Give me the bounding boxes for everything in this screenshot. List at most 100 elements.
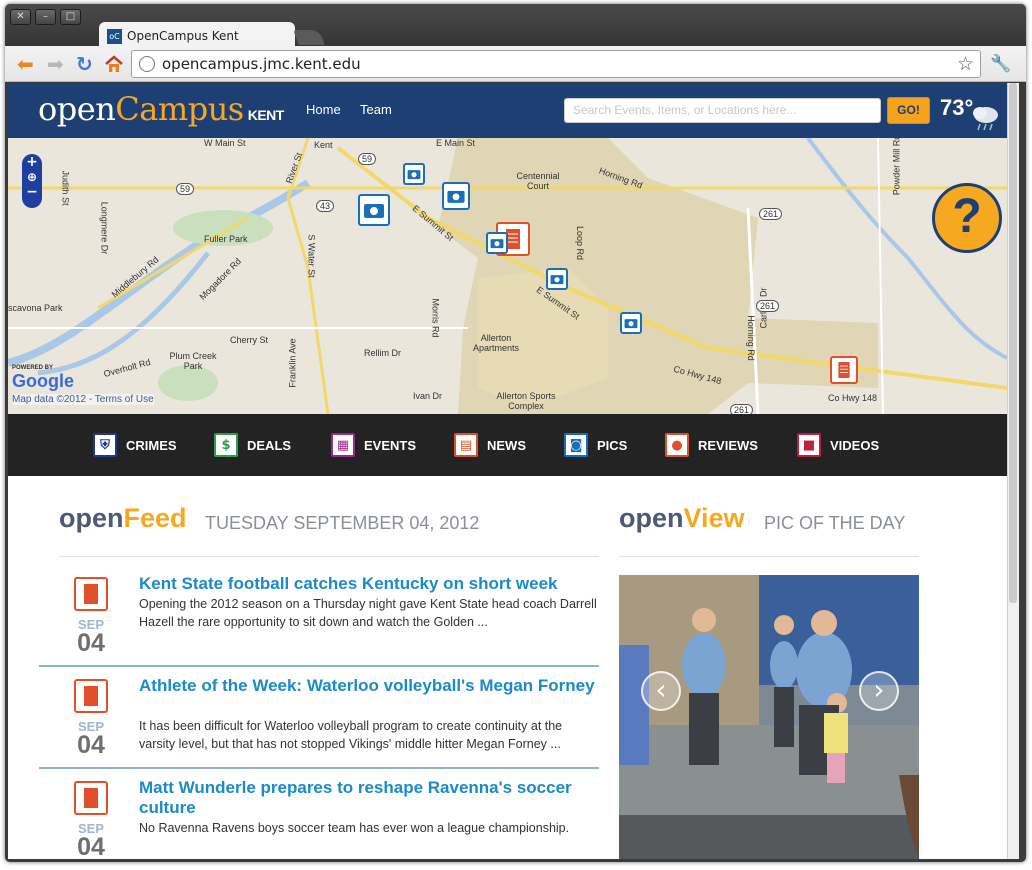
new-tab-button[interactable] [293,30,325,45]
wrench-icon[interactable]: 🔧 [990,54,1011,74]
photo-prev-button[interactable]: ‹ [641,671,681,711]
address-bar[interactable]: opencampus.jmc.kent.edu ☆ [131,50,981,78]
camera-icon: ◙ [564,433,588,457]
route-261-badge: 261 [759,208,783,220]
category-label: EVENTS [364,437,417,453]
globe-icon: ⊕ [26,170,38,184]
calendar-icon: ▦ [331,433,355,457]
pic-marker[interactable] [620,312,642,334]
map-data-credit[interactable]: Map data ©2012 - Terms of Use [12,394,154,405]
openview-title: openView [619,503,745,534]
feed-title-open: open [59,503,124,533]
photo-next-button[interactable]: › [859,671,899,711]
item-day: 04 [77,629,105,657]
pic-marker[interactable] [358,194,390,226]
tab-title: OpenCampus Kent [127,29,239,43]
campus-map[interactable]: W Main St Kent E Main St Centennial Cour… [8,138,1007,414]
map-label-fuller: Fuller Park [204,234,248,244]
google-logo: POWERED BY Google [12,365,74,392]
camera-icon [550,275,564,285]
search-input[interactable]: Search Events, Items, or Locations here.… [564,98,881,123]
back-icon[interactable]: ⬅ [17,54,34,74]
forward-icon[interactable]: ➡ [47,54,64,74]
view-divider [619,556,919,557]
site-logo[interactable]: openCampus KENT [38,90,284,128]
view-title-view: View [683,503,745,533]
item-snippet: No Ravenna Ravens boys soccer team has e… [139,821,570,835]
map-label-judith: Judith St [60,170,71,206]
item-headline-link[interactable]: Kent State football catches Kentucky on … [139,574,605,594]
view-title-open: open [619,503,684,533]
browser-tab[interactable]: oC OpenCampus Kent [99,22,295,47]
category-label: REVIEWS [698,437,758,453]
category-news[interactable]: ▤ NEWS [454,433,526,457]
route-43-badge: 43 [316,200,335,212]
item-headline-link[interactable]: Athlete of the Week: Waterloo volleyball… [139,676,605,696]
feed-divider [59,556,599,557]
camera-icon [490,239,504,249]
camera-icon [407,170,421,180]
pic-marker[interactable] [546,268,568,290]
map-label-co-hwy-2: Co Hwy 148 [828,393,878,403]
news-marker[interactable] [830,356,858,384]
scrollbar-thumb[interactable] [1009,83,1017,603]
category-deals[interactable]: $ DEALS [214,433,291,457]
temperature-readout: 73° [940,95,974,120]
nav-home-link[interactable]: Home [306,102,341,117]
map-zoom-control[interactable]: + ⊕ − [22,154,42,208]
globe-icon [139,56,155,72]
newspaper-icon [838,362,850,378]
logo-kent: KENT [247,107,285,123]
map-label-allerton: Allerton Apartments [472,333,520,353]
map-label-cherry: Cherry St [230,335,269,345]
category-pics[interactable]: ◙ PICS [564,433,627,457]
minimize-window-button[interactable]: – [35,9,56,25]
item-day: 04 [77,833,105,859]
reload-icon[interactable]: ↻ [76,54,93,74]
item-headline-link[interactable]: Matt Wunderle prepares to reshape Ravenn… [139,778,605,818]
home-icon[interactable] [104,55,124,75]
shield-icon: ⛨ [93,433,117,457]
map-label-loop: Loop Rd [575,225,586,261]
pic-marker[interactable] [403,163,425,185]
route-59-badge: 59 [358,153,377,165]
view-subtitle: PIC OF THE DAY [764,513,906,533]
map-label-cavona: scavona Park [8,303,63,313]
zoom-out-icon[interactable]: − [22,184,42,200]
tab-strip: ✕ – □ oC OpenCampus Kent [5,4,1026,47]
nav-team-link[interactable]: Team [360,102,392,117]
bookmark-star-icon[interactable]: ☆ [957,53,974,75]
zoom-in-icon[interactable]: + [22,154,42,170]
item-snippet: Opening the 2012 season on a Thursday ni… [139,597,597,629]
camera-icon [624,319,638,329]
category-crimes[interactable]: ⛨ CRIMES [93,433,177,457]
pic-of-the-day-photo[interactable]: ‹ › [619,575,919,859]
help-button[interactable]: ? [932,183,1002,253]
category-reviews[interactable]: ● REVIEWS [665,433,758,457]
dollar-icon: $ [214,433,238,457]
maximize-window-button[interactable]: □ [60,9,81,25]
category-videos[interactable]: ■ VIDEOS [797,433,879,457]
category-events[interactable]: ▦ EVENTS [331,433,416,457]
pic-marker[interactable] [442,182,470,210]
go-button[interactable]: GO! [887,97,930,124]
map-label-allerton-sports: Allerton Sports Complex [496,391,556,411]
category-label: DEALS [247,437,292,453]
browser-toolbar: ⬅ ➡ ↻ opencampus.jmc.kent.edu ☆ 🔧 [5,46,1026,82]
feed-separator [39,665,599,667]
openfeed-title: openFeed [59,503,187,534]
close-window-button[interactable]: ✕ [10,9,31,25]
newspaper-icon [74,781,108,815]
newspaper-icon: ▤ [454,433,478,457]
feed-date: TUESDAY SEPTEMBER 04, 2012 [205,513,480,533]
url-text: opencampus.jmc.kent.edu [162,55,361,73]
item-snippet: It has been difficult for Waterloo volle… [139,719,563,751]
camera-icon [364,204,384,218]
rain-cloud-icon [973,107,998,131]
newspaper-icon [74,679,108,713]
map-label-plum: Plum Creek Park [169,351,217,371]
logo-campus: Campus [115,90,244,128]
page-scrollbar[interactable] [1007,83,1019,859]
logo-open: open [38,90,116,128]
pic-marker[interactable] [486,232,508,254]
